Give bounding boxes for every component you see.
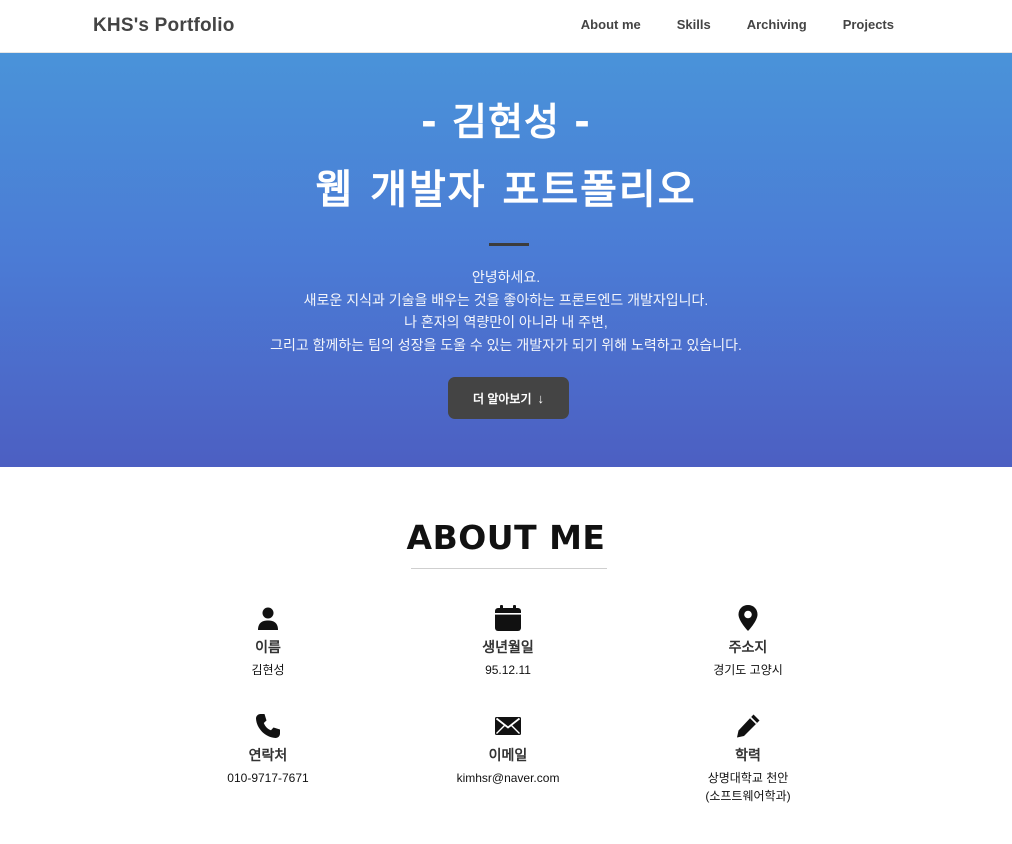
- info-birthdate: 생년월일 95.12.11: [418, 604, 598, 679]
- about-me-title: ABOUT ME: [406, 518, 606, 557]
- calendar-icon: [495, 605, 521, 631]
- pencil-icon: [737, 714, 760, 738]
- user-icon: [258, 607, 278, 630]
- about-me-divider: [411, 568, 607, 569]
- info-name: 이름 김현성: [178, 604, 358, 679]
- info-value: kimhsr@naver.com: [456, 771, 560, 785]
- hero-intro-line: 그리고 함께하는 팀의 성장을 도울 수 있는 개발자가 되기 위해 노력하고 …: [270, 336, 742, 353]
- hero-title: 웹 개발자 포트폴리오: [315, 167, 697, 213]
- info-education: 학력 상명대학교 천안 (소프트웨어학과): [658, 712, 838, 805]
- info-value-line: (소프트웨어학과): [705, 789, 791, 803]
- info-label: 학력: [735, 747, 761, 763]
- info-value: 010-9717-7671: [227, 771, 309, 785]
- hero-intro-line: 안녕하세요.: [471, 269, 541, 285]
- hero-intro: 안녕하세요. 새로운 지식과 기술을 배우는 것을 좋아하는 프론트엔드 개발자…: [0, 266, 1012, 356]
- info-value: 95.12.11: [485, 663, 531, 677]
- info-label: 이름: [255, 639, 281, 655]
- brand-logo[interactable]: KHS's Portfolio: [93, 15, 235, 37]
- hero-intro-line: 새로운 지식과 기술을 배우는 것을 좋아하는 프론트엔드 개발자입니다.: [303, 291, 709, 308]
- info-address: 주소지 경기도 고양시: [658, 604, 838, 679]
- info-label: 연락처: [248, 747, 288, 763]
- info-email: 이메일 kimhsr@naver.com: [418, 712, 598, 787]
- learn-more-button[interactable]: 더 알아보기 ↓: [448, 377, 569, 419]
- nav-link-archiving[interactable]: Archiving: [747, 17, 807, 32]
- location-pin-icon: [738, 605, 758, 631]
- info-phone: 연락처 010-9717-7671: [178, 712, 358, 787]
- nav-link-about-me[interactable]: About me: [581, 17, 641, 32]
- nav-link-projects[interactable]: Projects: [843, 17, 894, 32]
- info-value: 김현성: [251, 663, 285, 677]
- arrow-down-icon: ↓: [537, 390, 545, 406]
- phone-icon: [256, 714, 280, 738]
- hero-intro-line: 나 혼자의 역량만이 아니라 내 주변,: [404, 314, 608, 330]
- hero-section: - 김현성 - 웹 개발자 포트폴리오 안녕하세요. 새로운 지식과 기술을 배…: [0, 53, 1012, 467]
- info-value: 경기도 고양시: [713, 663, 783, 677]
- info-value-line: 상명대학교 천안: [707, 771, 789, 785]
- info-label: 이메일: [488, 747, 528, 763]
- mail-icon: [495, 717, 521, 735]
- info-label: 주소지: [728, 639, 768, 655]
- info-value: 상명대학교 천안 (소프트웨어학과): [658, 769, 838, 805]
- hero-name: - 김현성 -: [421, 100, 591, 144]
- navbar: KHS's Portfolio About me Skills Archivin…: [0, 0, 1012, 53]
- nav-links: About me Skills Archiving Projects: [581, 17, 894, 32]
- info-label: 생년월일: [482, 639, 534, 655]
- nav-link-skills[interactable]: Skills: [677, 17, 711, 32]
- learn-more-label: 더 알아보기: [472, 391, 532, 406]
- hero-divider: [489, 243, 529, 246]
